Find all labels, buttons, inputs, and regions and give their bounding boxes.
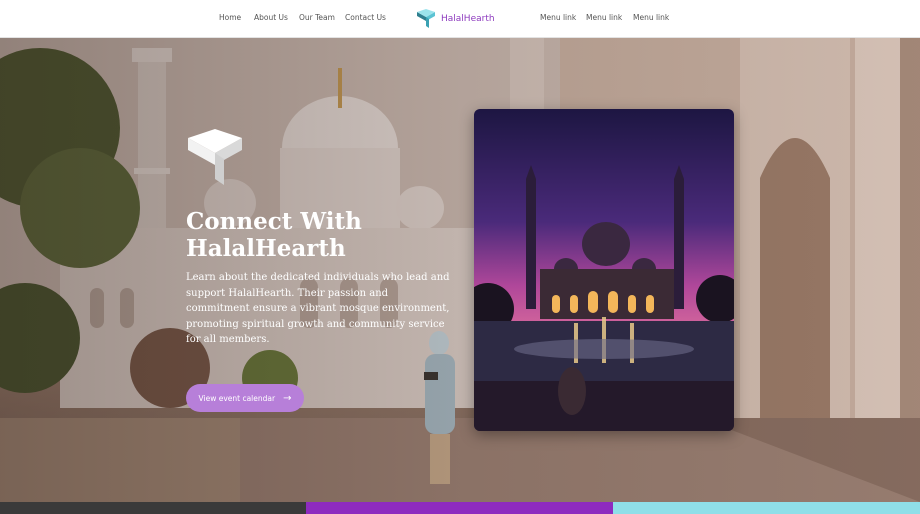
nav-link-home[interactable]: Home [219, 13, 241, 22]
brand-logo-icon [417, 9, 435, 28]
mosque-night-image [474, 109, 734, 431]
hero-section: Connect With HalalHearth Learn about the… [0, 38, 920, 502]
nav-link-our-team[interactable]: Our Team [299, 13, 335, 22]
hero-description: Learn about the dedicated individuals wh… [186, 272, 450, 345]
footer-strip-purple [306, 502, 613, 514]
view-event-calendar-label: View event calendar [198, 393, 276, 403]
arrow-right-icon: → [283, 392, 292, 404]
brand-name: HalalHearth [441, 14, 495, 24]
view-event-calendar-button[interactable]: View event calendar → [186, 384, 304, 412]
nav-link-about-us[interactable]: About Us [254, 13, 288, 22]
hero-logo-icon [188, 129, 242, 185]
footer-strip-cyan [613, 502, 920, 514]
footer-strip-dark [0, 502, 306, 514]
nav-menu-link-1[interactable]: Menu link [540, 13, 576, 22]
brand-link[interactable]: HalalHearth [416, 9, 495, 29]
hero-title: Connect With HalalHearth [186, 208, 362, 262]
mosque-night-image-card [474, 109, 734, 431]
hero-overlay [0, 38, 920, 502]
nav-link-contact-us[interactable]: Contact Us [345, 13, 386, 22]
nav-menu-link-2[interactable]: Menu link [586, 13, 622, 22]
top-nav: Home About Us Our Team Contact Us HalalH… [0, 0, 920, 38]
nav-menu-link-3[interactable]: Menu link [633, 13, 669, 22]
